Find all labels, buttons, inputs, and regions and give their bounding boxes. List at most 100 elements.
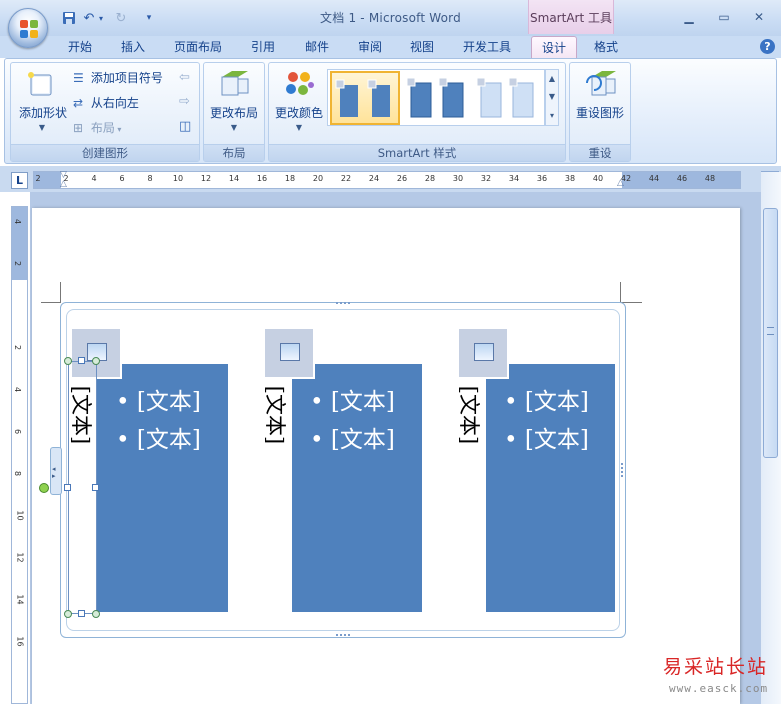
watermark-url: www.easck.com (669, 682, 769, 695)
change-layout-button[interactable]: 更改布局 (204, 104, 264, 121)
add-shape-button[interactable]: 添加形状 (13, 104, 73, 121)
tab-home[interactable]: 开始 (60, 36, 100, 58)
resize-handle[interactable] (92, 610, 100, 618)
group-smartart-styles: 更改颜色 ▼ ▲ ▼ ▾ SmartArt 样式 (268, 62, 566, 162)
rotate-handle-icon[interactable] (39, 483, 49, 493)
ruler-tick-label: 4 (13, 218, 23, 225)
add-shape-dropdown-icon[interactable]: ▼ (37, 123, 47, 132)
vertical-text-2[interactable]: [文本] (261, 380, 291, 450)
vertical-text-3[interactable]: [文本] (455, 380, 485, 450)
style-gallery-item-1[interactable] (330, 71, 400, 125)
bullet-list-icon: ☰ (73, 71, 84, 85)
frame-handle-top[interactable] (336, 302, 350, 305)
style-gallery-item-2[interactable] (405, 73, 471, 123)
bullet-list-3[interactable]: • [文本] • [文本] (504, 383, 589, 459)
ruler-tick-label: 2 (13, 260, 23, 267)
change-layout-dropdown-icon[interactable]: ▼ (229, 123, 239, 132)
resize-handle[interactable] (64, 610, 72, 618)
resize-handle[interactable] (78, 610, 85, 617)
save-icon[interactable] (60, 9, 78, 27)
crop-mark (620, 282, 621, 302)
indent-marker-icon[interactable]: ▽ △ (60, 171, 70, 189)
minimize-button[interactable]: ▁ (676, 8, 702, 26)
frame-handle-right[interactable] (621, 463, 624, 477)
change-colors-icon (283, 69, 315, 99)
tab-references[interactable]: 引用 (243, 36, 283, 58)
expand-arrows-icon: ◂ ▸ (52, 465, 56, 480)
promote-icon[interactable]: ⇦ (179, 70, 190, 85)
tab-view[interactable]: 视图 (402, 36, 442, 58)
ruler-tick-label: 8 (147, 174, 153, 183)
group-label: 创建图形 (11, 144, 199, 161)
ruler-tick-label: 6 (119, 174, 125, 183)
group-reset: 重设图形 重设 (569, 62, 631, 162)
office-logo-icon (20, 20, 38, 38)
scrollbar-thumb[interactable] (763, 208, 778, 458)
maximize-button[interactable]: ▭ (711, 8, 737, 26)
resize-handle[interactable] (92, 357, 100, 365)
tab-developer[interactable]: 开发工具 (456, 36, 518, 58)
right-indent-marker-icon[interactable]: △ (617, 179, 627, 188)
bullet-list-1[interactable]: • [文本] • [文本] (116, 383, 201, 459)
help-icon[interactable]: ? (760, 39, 775, 54)
demote-icon[interactable]: ⇨ (179, 94, 190, 109)
bullet-item: • [文本] (116, 389, 201, 415)
text-pane-icon[interactable]: ◫ (179, 119, 191, 134)
text-pane-toggle[interactable]: ◂ ▸ (50, 447, 62, 495)
gallery-scroll-down-icon[interactable]: ▼ (546, 88, 558, 106)
add-shape-icon (25, 69, 57, 99)
frame-handle-bottom[interactable] (336, 634, 350, 637)
reset-graphic-button[interactable]: 重设图形 (570, 104, 630, 121)
tab-review[interactable]: 审阅 (350, 36, 390, 58)
crop-mark (60, 282, 61, 302)
bullet-list-2[interactable]: • [文本] • [文本] (310, 383, 395, 459)
ruler-tick-label: 38 (564, 174, 576, 183)
add-bullet-button[interactable]: ☰ 添加项目符号 (73, 68, 163, 88)
tab-mailings[interactable]: 邮件 (297, 36, 337, 58)
gallery-more-icon[interactable]: ▾ (546, 106, 558, 125)
ruler-tick-label: 16 (256, 174, 268, 183)
ruler-tick-label: 48 (704, 174, 716, 183)
resize-handle[interactable] (64, 357, 72, 365)
layout-button[interactable]: ⊞ 布局 ▾ (73, 118, 121, 138)
change-layout-icon (218, 69, 252, 99)
ruler-tick-label: 14 (228, 174, 240, 183)
org-chart-icon: ⊞ (73, 121, 84, 135)
smartart-tools-title: SmartArt 工具 (528, 0, 614, 34)
change-colors-dropdown-icon[interactable]: ▼ (294, 123, 304, 132)
ruler-tick-label: 16 (15, 636, 25, 647)
vertical-ruler[interactable]: 4 2 2 4 6 8 10 12 14 16 (11, 206, 28, 704)
right-to-left-button[interactable]: ⇄ 从右向左 (73, 93, 139, 113)
change-colors-button[interactable]: 更改颜色 (269, 104, 329, 121)
customize-qat-icon[interactable]: ▾ (143, 9, 155, 27)
ruler-tick-label: 12 (15, 552, 25, 563)
tab-selector-button[interactable]: L (11, 172, 28, 189)
right-to-left-label: 从右向左 (90, 96, 139, 110)
ruler-tick-label: 26 (396, 174, 408, 183)
ruler-tick-label: 28 (424, 174, 436, 183)
tab-format[interactable]: 格式 (586, 36, 626, 58)
resize-handle[interactable] (78, 357, 85, 364)
tab-page-layout[interactable]: 页面布局 (168, 36, 228, 58)
horizontal-ruler[interactable]: 2 2 4 6 8 10 12 14 16 18 20 22 24 26 28 30 32 34 36 38 40 42 4… (33, 171, 741, 189)
style-gallery-item-3[interactable] (475, 73, 541, 123)
ruler-tick-label: 36 (536, 174, 548, 183)
redo-icon[interactable]: ↻ (112, 9, 130, 27)
ruler-tick-label: 44 (648, 174, 660, 183)
ruler-tick-label: 4 (91, 174, 97, 183)
office-button[interactable] (8, 8, 48, 48)
crop-mark (41, 302, 61, 303)
bullet-item: • [文本] (116, 427, 201, 453)
resize-handle[interactable] (92, 484, 99, 491)
close-button[interactable]: ✕ (746, 8, 772, 26)
picture-placeholder-3[interactable] (459, 329, 509, 379)
tab-design[interactable]: 设计 (531, 36, 577, 58)
picture-placeholder-2[interactable] (265, 329, 315, 379)
picture-icon (474, 343, 494, 361)
undo-dropdown-icon[interactable]: ▾ (96, 9, 106, 27)
thumb-grip-icon (767, 327, 774, 335)
resize-handle[interactable] (64, 484, 71, 491)
tab-insert[interactable]: 插入 (113, 36, 153, 58)
gallery-scroll-up-icon[interactable]: ▲ (546, 70, 558, 88)
layout-label: 布局 (90, 121, 115, 135)
